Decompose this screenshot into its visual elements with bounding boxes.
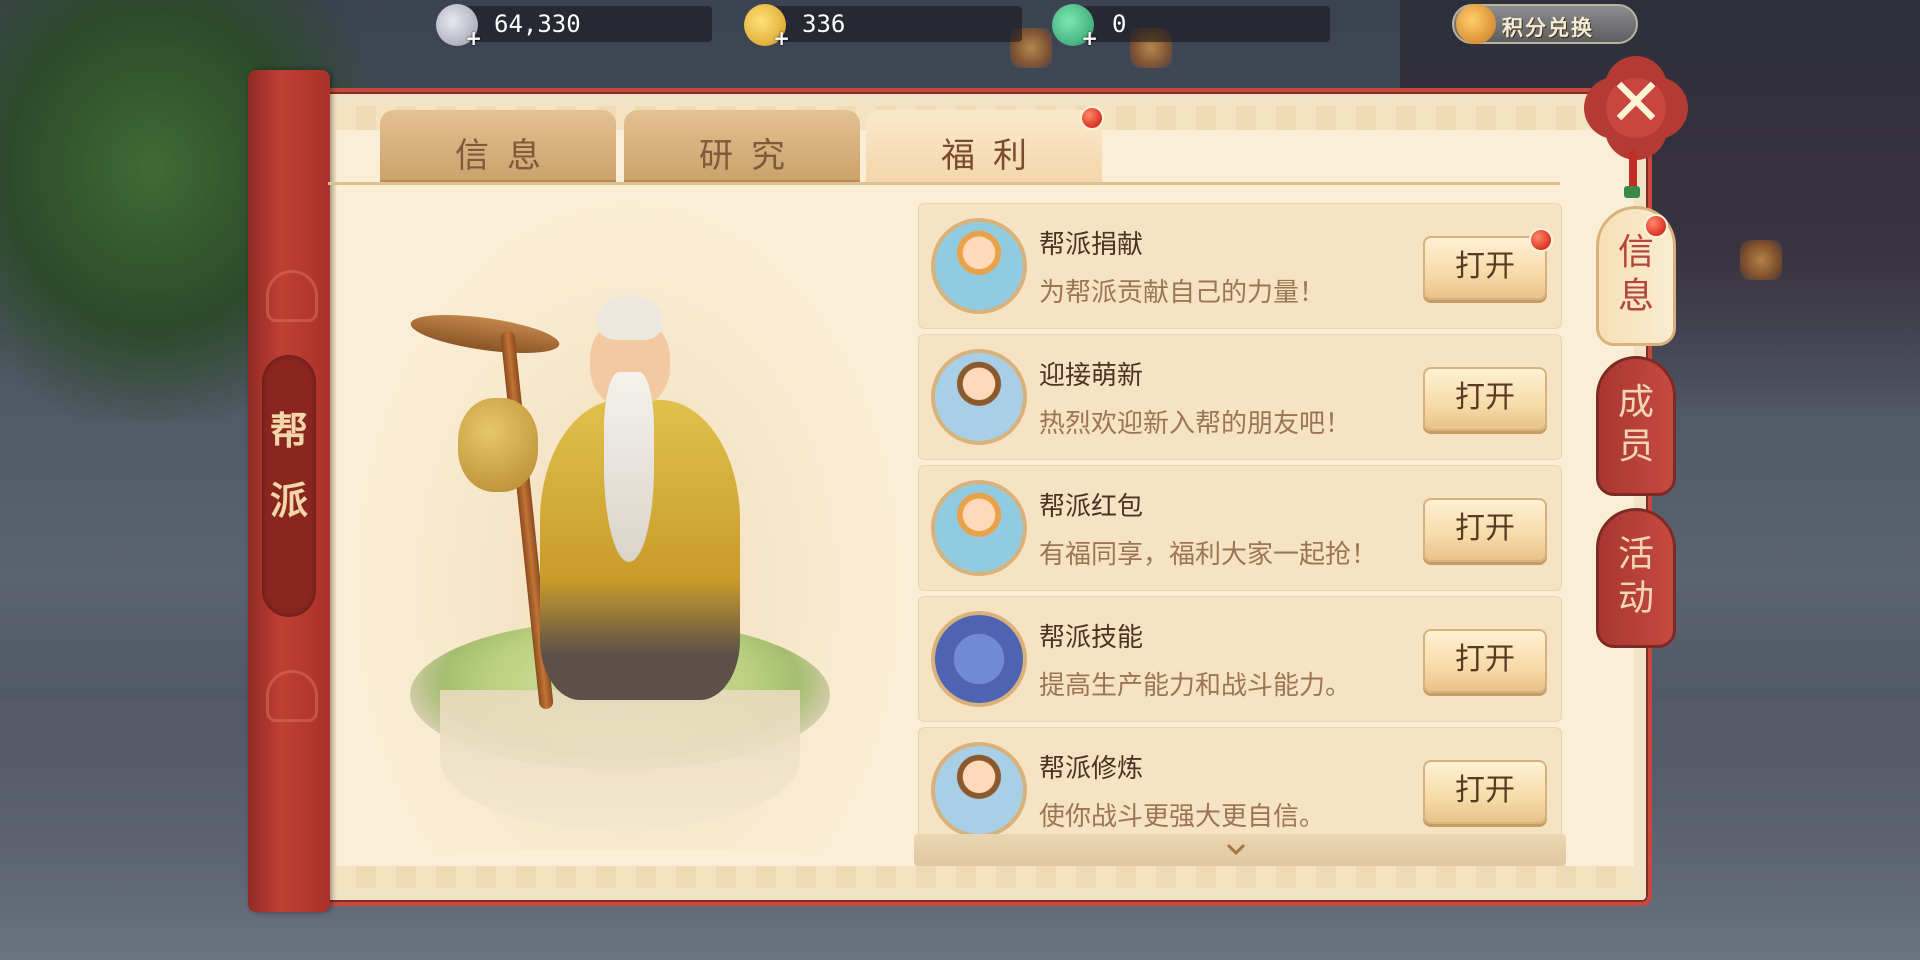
money-bag-icon: [1456, 4, 1496, 44]
cultivation-avatar-icon: [931, 742, 1027, 838]
side-tab-char: 息: [1617, 276, 1654, 317]
gold-coin-icon[interactable]: +: [744, 4, 790, 50]
background-lantern: [1740, 240, 1782, 280]
notification-dot: [1644, 214, 1668, 238]
welcome-twins-avatar-icon: [931, 349, 1027, 445]
side-tab-char: 活: [1617, 534, 1654, 575]
list-item: 帮派技能 提高生产能力和战斗能力。 打开: [918, 596, 1562, 722]
banner-char-2: 派: [269, 478, 308, 523]
item-name: 帮派红包: [1039, 492, 1144, 522]
side-tab-members[interactable]: 成 员: [1596, 356, 1676, 496]
tab-label: 研究: [699, 136, 803, 176]
item-name: 帮派修炼: [1039, 754, 1144, 784]
close-icon: ✕: [1608, 64, 1664, 141]
item-name: 帮派技能: [1039, 623, 1144, 653]
banner-char-1: 帮: [269, 408, 308, 453]
item-desc: 有福同享，福利大家一起抢！: [1039, 540, 1378, 570]
jade-value: 0: [1112, 10, 1127, 38]
side-tab-char: 员: [1617, 426, 1654, 467]
side-tab-char: 信: [1617, 232, 1654, 273]
item-desc: 为帮派贡献自己的力量！: [1039, 278, 1326, 308]
skill-book-icon: [931, 611, 1027, 707]
gold-value: 336: [802, 10, 846, 38]
tab-label: 信息: [455, 136, 559, 176]
open-button[interactable]: 打开: [1423, 236, 1547, 300]
add-icon[interactable]: +: [1081, 26, 1098, 50]
tab-info[interactable]: 信息: [380, 110, 616, 184]
tab-research[interactable]: 研究: [624, 110, 860, 184]
open-button[interactable]: 打开: [1423, 760, 1547, 824]
ornament-icon: [266, 270, 318, 322]
item-desc: 提高生产能力和战斗能力。: [1039, 671, 1352, 701]
jade-dragon-icon[interactable]: +: [1052, 4, 1098, 50]
island-rock: [440, 690, 800, 830]
add-icon[interactable]: +: [465, 26, 482, 50]
silver-value: 64,330: [494, 10, 581, 38]
donation-avatar-icon: [931, 218, 1027, 314]
add-icon[interactable]: +: [773, 26, 790, 50]
side-tab-char: 动: [1617, 578, 1654, 619]
gourd-icon: [458, 398, 538, 492]
chevron-down-icon[interactable]: [1226, 840, 1246, 860]
panel-border-pattern: [336, 866, 1634, 888]
ornament-icon: [266, 670, 318, 722]
side-tab-activities[interactable]: 活 动: [1596, 508, 1676, 648]
tassel-bead: [1624, 186, 1640, 198]
points-exchange-label: 积分兑换: [1502, 16, 1594, 40]
notification-dot: [1080, 106, 1104, 130]
open-button[interactable]: 打开: [1423, 367, 1547, 431]
tab-divider: [328, 182, 1560, 185]
tab-welfare[interactable]: 福利: [866, 110, 1102, 184]
welfare-list[interactable]: 帮派捐献 为帮派贡献自己的力量！ 打开 迎接萌新 热烈欢迎新入帮的朋友吧！ 打开…: [918, 203, 1562, 858]
open-button[interactable]: 打开: [1423, 498, 1547, 562]
item-desc: 使你战斗更强大更自信。: [1039, 802, 1326, 832]
notification-dot: [1529, 228, 1553, 252]
item-name: 迎接萌新: [1039, 361, 1144, 391]
guild-banner: 帮 派: [248, 70, 330, 912]
points-exchange-button[interactable]: 积分兑换: [1452, 4, 1638, 44]
silver-coin-icon[interactable]: +: [436, 4, 482, 50]
item-name: 帮派捐献: [1039, 230, 1144, 260]
close-button[interactable]: ✕: [1584, 56, 1688, 160]
list-item: 帮派捐献 为帮派贡献自己的力量！ 打开: [918, 203, 1562, 329]
list-item: 帮派红包 有福同享，福利大家一起抢！ 打开: [918, 465, 1562, 591]
list-item: 迎接萌新 热烈欢迎新入帮的朋友吧！ 打开: [918, 334, 1562, 460]
side-tab-char: 成: [1617, 382, 1654, 423]
red-packet-avatar-icon: [931, 480, 1027, 576]
open-button[interactable]: 打开: [1423, 629, 1547, 693]
elder-hair: [598, 296, 662, 340]
tab-label: 福利: [941, 136, 1045, 176]
item-desc: 热烈欢迎新入帮的朋友吧！: [1039, 409, 1352, 439]
elder-beard: [604, 372, 654, 562]
